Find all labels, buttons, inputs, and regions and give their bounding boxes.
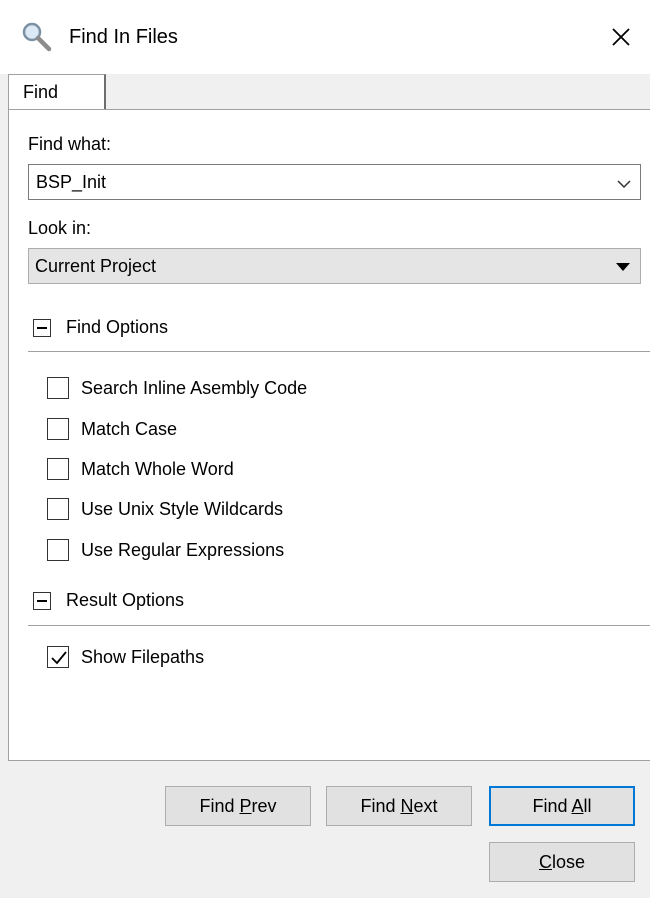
checkbox-label: Use Unix Style Wildcards xyxy=(81,499,284,519)
tab-find[interactable]: Find xyxy=(8,74,106,110)
look-in-value: Current Project xyxy=(35,256,157,276)
checkbox-label: Show Filepaths xyxy=(81,647,205,667)
checkmark-icon xyxy=(51,651,67,665)
window-title: Find In Files xyxy=(69,26,178,48)
match-case-checkbox[interactable] xyxy=(47,418,69,440)
find-options-divider xyxy=(28,351,650,352)
title-bar: Find In Files xyxy=(0,0,650,74)
result-options-divider xyxy=(28,625,650,626)
close-button[interactable]: Close xyxy=(489,842,635,882)
find-what-combobox[interactable]: BSP_Init xyxy=(28,164,641,200)
find-what-label: Find what: xyxy=(28,134,112,154)
chevron-down-icon[interactable] xyxy=(616,175,632,189)
checkbox-label: Use Regular Expressions xyxy=(81,540,285,560)
search-inline-asm-checkbox[interactable] xyxy=(47,377,69,399)
search-icon xyxy=(20,20,54,54)
find-what-input[interactable]: BSP_Init xyxy=(36,172,106,193)
show-filepaths-checkbox[interactable] xyxy=(47,646,69,668)
tab-label: Find xyxy=(23,82,59,102)
collapse-icon[interactable] xyxy=(33,592,51,610)
find-all-button[interactable]: Find All xyxy=(489,786,635,826)
footer-divider xyxy=(8,760,650,761)
find-prev-button[interactable]: Find Prev xyxy=(165,786,311,826)
result-options-header: Result Options xyxy=(66,590,185,610)
unix-wildcards-checkbox[interactable] xyxy=(47,498,69,520)
find-options-header: Find Options xyxy=(66,317,169,337)
look-in-select[interactable]: Current Project xyxy=(28,248,641,284)
checkbox-label: Search Inline Asembly Code xyxy=(81,378,308,398)
regex-checkbox[interactable] xyxy=(47,539,69,561)
dropdown-arrow-icon[interactable] xyxy=(616,263,630,271)
find-next-button[interactable]: Find Next xyxy=(326,786,472,826)
checkbox-label: Match Whole Word xyxy=(81,459,234,479)
close-icon[interactable] xyxy=(606,22,636,52)
collapse-icon[interactable] xyxy=(33,319,51,337)
look-in-label: Look in: xyxy=(28,218,92,238)
checkbox-label: Match Case xyxy=(81,419,178,439)
match-whole-word-checkbox[interactable] xyxy=(47,458,69,480)
